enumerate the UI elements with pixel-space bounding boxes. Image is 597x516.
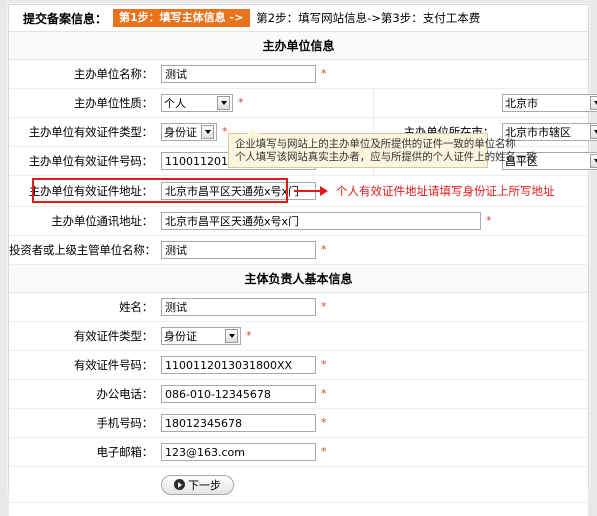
person-cert-type-value: 身份证 (164, 330, 197, 343)
step-arrow-icon: -> (367, 11, 381, 25)
row-mail-address: 主办单位通讯地址： * (9, 207, 588, 236)
step-navigation: 提交备案信息： 第1步：填写主体信息 -> 第2步：填写网站信息 -> 第3步：… (9, 5, 588, 32)
person-name-required-star: * (321, 300, 327, 313)
cert-address-input[interactable] (161, 182, 316, 200)
row-cert-address: 主办单位有效证件地址： 个人有效证件地址请填写身份证上所写地址 (9, 176, 588, 207)
cert-type-label: 主办单位有效证件类型： (28, 125, 154, 139)
province-select[interactable]: 北京市 (502, 94, 597, 112)
cert-type-required-star: * (222, 125, 228, 138)
section-heading-responsible: 主体负责人基本信息 (9, 265, 588, 293)
mobile-input[interactable] (161, 414, 316, 432)
investor-label: 投资者或上级主管单位名称： (9, 243, 156, 257)
sponsor-info-rows: 主办单位名称： * 主办单位性质： 个人 * 北京市 * (9, 60, 597, 265)
section-heading-sponsor: 主办单位信息 (9, 32, 588, 60)
unit-name-input[interactable] (161, 65, 316, 83)
chevron-down-icon[interactable] (225, 329, 238, 343)
mail-address-input[interactable] (161, 212, 481, 230)
person-cert-number-input[interactable] (161, 356, 316, 374)
step-bar-title: 提交备案信息： (23, 11, 108, 26)
person-name-label: 姓名： (119, 300, 153, 314)
annotation-callout: 个人有效证件地址请填写身份证上所写地址 (294, 183, 555, 199)
cert-address-label: 主办单位有效证件地址： (28, 184, 154, 198)
unit-name-label: 主办单位名称： (73, 67, 153, 81)
form-panel: 提交备案信息： 第1步：填写主体信息 -> 第2步：填写网站信息 -> 第3步：… (8, 4, 597, 516)
person-cert-type-label: 有效证件类型： (73, 329, 153, 343)
investor-input[interactable] (161, 241, 316, 259)
unit-nature-label: 主办单位性质： (73, 96, 153, 110)
arrow-head-icon (320, 186, 328, 196)
office-phone-input[interactable] (161, 385, 316, 403)
cert-type-select[interactable]: 身份证 (161, 123, 217, 141)
email-input[interactable] (161, 443, 316, 461)
next-step-button[interactable]: 下一步 (161, 474, 234, 495)
tooltip-line-1: 企业填写与网站上的主办单位及所提供的证件一致的单位名称 (235, 138, 516, 150)
person-cert-type-required-star: * (246, 329, 252, 342)
field-tooltip: 企业填写与网站上的主办单位及所提供的证件一致的单位名称 个人填写该网站真实主办者… (228, 128, 537, 168)
province-value: 北京市 (505, 97, 538, 110)
chevron-down-icon[interactable] (217, 96, 230, 110)
submit-row: 下一步 (9, 467, 588, 503)
row-person-name: 姓名： * (9, 293, 588, 322)
unit-nature-required-star: * (238, 96, 244, 109)
row-office-phone: 办公电话： * (9, 380, 588, 409)
responsible-info-rows: 姓名： * 有效证件类型： 身份证 * 有效证件号码： * (9, 293, 588, 516)
play-arrow-icon (174, 479, 185, 490)
investor-required-star: * (321, 243, 327, 256)
person-name-input[interactable] (161, 298, 316, 316)
chevron-down-icon[interactable] (590, 96, 597, 110)
office-phone-label: 办公电话： (96, 387, 154, 401)
mail-address-required-star: * (486, 214, 492, 227)
chevron-down-icon[interactable] (590, 154, 597, 168)
person-cert-number-label: 有效证件号码： (73, 358, 153, 372)
mobile-label: 手机号码： (96, 416, 154, 430)
row-investor: 投资者或上级主管单位名称： * (9, 236, 588, 265)
arrow-line-icon (294, 190, 320, 192)
next-step-label: 下一步 (188, 478, 221, 492)
unit-name-required-star: * (321, 67, 327, 80)
mobile-required-star: * (321, 416, 327, 429)
row-email: 电子邮箱： * (9, 438, 588, 467)
footer-strip (9, 503, 588, 516)
person-cert-type-select[interactable]: 身份证 (161, 327, 241, 345)
row-person-cert-number: 有效证件号码： * (9, 351, 588, 380)
annotation-text: 个人有效证件地址请填写身份证上所写地址 (336, 184, 555, 198)
tooltip-line-2: 个人填写该网站真实主办者，应与所提供的个人证件上的姓名一致 (235, 150, 537, 163)
person-cert-number-required-star: * (321, 358, 327, 371)
row-mobile: 手机号码： * (9, 409, 588, 438)
row-person-cert-type: 有效证件类型： 身份证 * (9, 322, 588, 351)
row-unit-nature: 主办单位性质： 个人 * 北京市 * (9, 89, 597, 118)
city-select[interactable]: 北京市市辖区 (502, 123, 597, 141)
cert-number-label: 主办单位有效证件号码： (28, 154, 154, 168)
unit-nature-select[interactable]: 个人 (161, 94, 233, 112)
unit-nature-value: 个人 (164, 97, 186, 110)
cert-type-value: 身份证 (164, 126, 197, 139)
chevron-down-icon[interactable] (201, 125, 214, 139)
step-2-tab[interactable]: 第2步：填写网站信息 (256, 10, 367, 26)
step-3-tab[interactable]: 第3步：支付工本费 (381, 10, 480, 26)
office-phone-required-star: * (321, 387, 327, 400)
chevron-down-icon[interactable] (590, 125, 597, 139)
row-unit-name: 主办单位名称： * (9, 60, 588, 89)
mail-address-label: 主办单位通讯地址： (51, 214, 153, 228)
step-1-tab[interactable]: 第1步：填写主体信息 -> (113, 9, 251, 27)
email-required-star: * (321, 445, 327, 458)
email-label: 电子邮箱： (96, 445, 154, 459)
